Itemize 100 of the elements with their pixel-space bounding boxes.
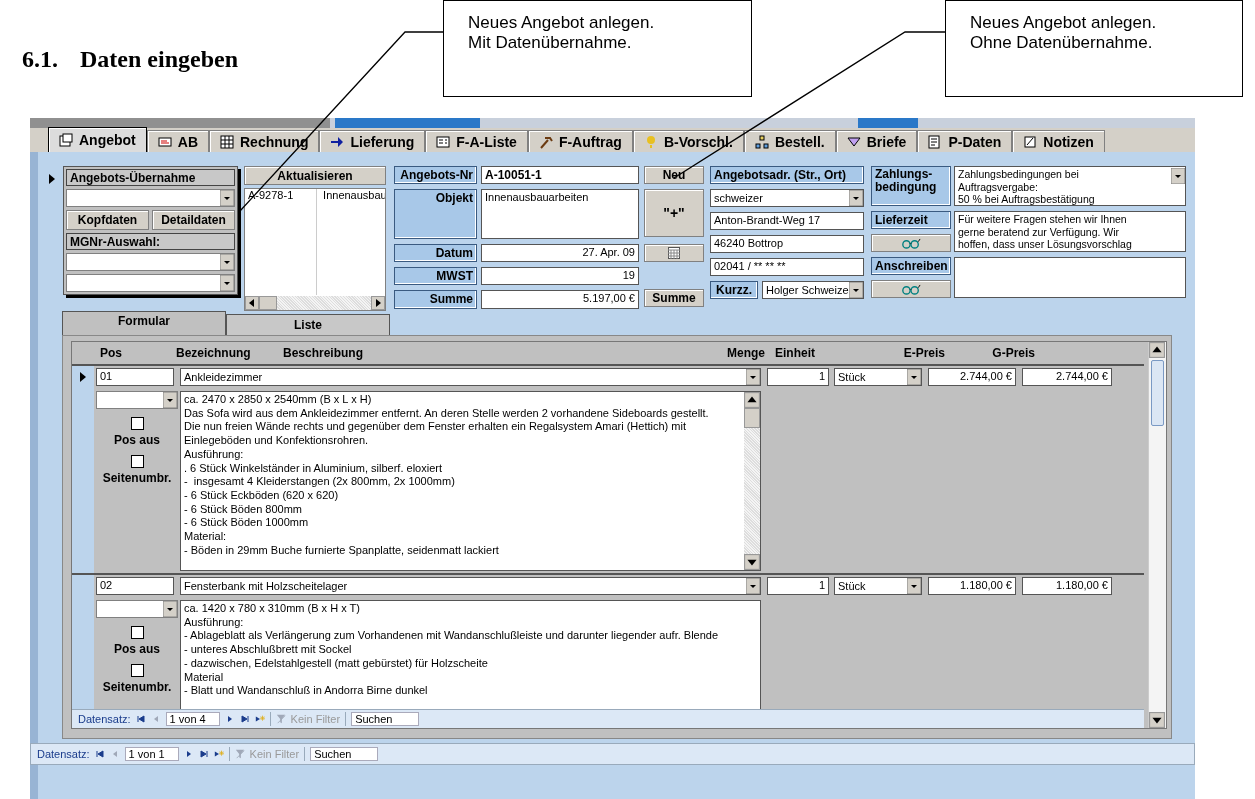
- combo-box[interactable]: [96, 391, 178, 409]
- first-record-icon[interactable]: [94, 749, 105, 759]
- input-field[interactable]: Innenausbauarbeiten: [481, 189, 639, 239]
- record-number-field[interactable]: 1 von 4: [165, 712, 220, 726]
- tab[interactable]: Formular: [62, 311, 226, 335]
- tab[interactable]: Notizen: [1012, 130, 1105, 152]
- tab[interactable]: B-Vorschl.: [632, 130, 744, 152]
- combo-box[interactable]: Stück: [834, 577, 922, 595]
- record-selector-icon: [49, 174, 55, 184]
- field-label: Zahlungs- bedingung: [871, 166, 951, 206]
- input-field[interactable]: Anton-Brandt-Weg 17: [710, 212, 864, 230]
- input-field[interactable]: 19: [481, 267, 639, 285]
- input-field[interactable]: 1.180,00 €: [1022, 577, 1112, 595]
- section-title: Daten eingeben: [80, 46, 238, 74]
- tab-icon: [754, 134, 769, 149]
- dropdown-arrow-icon[interactable]: [746, 578, 760, 594]
- input-field[interactable]: 46240 Bottrop: [710, 235, 864, 253]
- dropdown-arrow-icon[interactable]: [163, 392, 177, 408]
- scroll-thumb[interactable]: [1151, 360, 1164, 426]
- combo-box[interactable]: schweizer: [710, 189, 864, 207]
- field-label: Lieferzeit: [871, 211, 951, 229]
- tab[interactable]: F-Auftrag: [527, 130, 633, 152]
- new-record-icon[interactable]: [254, 714, 265, 724]
- last-record-icon[interactable]: [239, 714, 250, 724]
- combo-box[interactable]: Ankleidezimmer: [180, 368, 761, 386]
- search-field[interactable]: Suchen: [310, 747, 379, 761]
- scroll-thumb[interactable]: [259, 296, 277, 310]
- view-button[interactable]: [871, 234, 951, 252]
- tab[interactable]: Briefe: [835, 130, 918, 152]
- tab[interactable]: P-Daten: [917, 130, 1013, 152]
- tab[interactable]: Angebot: [48, 127, 147, 152]
- input-field[interactable]: 1: [767, 368, 829, 386]
- field-label: MWST: [394, 267, 477, 285]
- search-field[interactable]: Suchen: [351, 712, 420, 726]
- payment-terms-field[interactable]: Zahlungsbedingungen bei Auftragsvergabe: 50 % bei Auftragsbestätigung: [954, 166, 1186, 206]
- text-field[interactable]: [954, 257, 1186, 298]
- view-button[interactable]: [871, 280, 951, 298]
- tab[interactable]: Lieferung: [319, 130, 426, 152]
- refresh-button[interactable]: Aktualisieren: [244, 166, 386, 185]
- field-label: Angebots-Nr: [394, 166, 477, 184]
- dropdown-arrow-icon[interactable]: [220, 190, 234, 206]
- combo-box[interactable]: Fensterbank mit Holzscheitelager: [180, 577, 761, 595]
- new-record-icon[interactable]: [213, 749, 224, 759]
- combo-box[interactable]: Stück: [834, 368, 922, 386]
- input-field[interactable]: A-10051-1: [481, 166, 639, 184]
- data-button[interactable]: Kopfdaten: [66, 210, 149, 230]
- input-field[interactable]: 2.744,00 €: [1022, 368, 1112, 386]
- combo-box[interactable]: [66, 274, 235, 292]
- tab[interactable]: Bestell.: [743, 130, 836, 152]
- checkbox[interactable]: [130, 664, 144, 677]
- checkbox-label: Pos aus: [114, 642, 160, 656]
- field-label: Summe: [394, 290, 477, 309]
- column-header: Bezeichnung: [176, 346, 252, 360]
- tab-icon: [928, 134, 943, 149]
- dropdown-arrow-icon[interactable]: [220, 275, 234, 291]
- dropdown-arrow-icon[interactable]: [220, 254, 234, 270]
- callout-text: Neues Angebot anlegen. Ohne Datenübernahme.: [970, 13, 1157, 52]
- dropdown-arrow-icon[interactable]: [849, 282, 863, 298]
- new-button[interactable]: Neu: [644, 166, 704, 184]
- checkbox[interactable]: [130, 626, 144, 639]
- dropdown-arrow-icon[interactable]: [849, 190, 863, 206]
- input-field[interactable]: 01: [96, 368, 174, 386]
- text-field[interactable]: Für weitere Fragen stehen wir Ihnen gerne beratend zur Verfügung. Wir hoffen, dass unser Lösungsvorschlag: [954, 211, 1186, 252]
- callout-text: Neues Angebot anlegen. Mit Datenübernahme.: [468, 13, 655, 52]
- tab[interactable]: Liste: [226, 314, 390, 335]
- input-field[interactable]: 27. Apr. 09: [481, 244, 639, 262]
- combo-box[interactable]: [66, 189, 235, 207]
- combo-box[interactable]: Holger Schweize: [762, 281, 864, 299]
- glasses-icon: [901, 283, 921, 295]
- calendar-button[interactable]: [644, 244, 704, 262]
- vertical-scrollbar[interactable]: [1148, 342, 1166, 728]
- dropdown-arrow-icon[interactable]: [163, 601, 177, 617]
- first-record-icon[interactable]: [135, 714, 146, 724]
- record-number-field[interactable]: 1 von 1: [124, 747, 179, 761]
- tab[interactable]: AB: [146, 130, 209, 152]
- dropdown-arrow-icon[interactable]: [746, 369, 760, 385]
- last-record-icon[interactable]: [198, 749, 209, 759]
- dropdown-arrow-icon[interactable]: [1171, 168, 1185, 184]
- column-header: G-Preis: [991, 346, 1035, 360]
- record-label: Datensatz:: [78, 713, 131, 725]
- description-field[interactable]: ca. 1420 x 780 x 310mm (B x H x T) Ausführung: - Ablageblatt als Verlängerung zum Vorhandenen mit Wandanschlußleiste und darunter liegender aufr. Blende - unteres Abschlußbrett mit Sockel - dazwischen, Edelstahlgestell (matt gebürstet) für Holzscheite Material - Blatt und Wandanschluß in Andorra Birne dunkel: [181, 601, 760, 709]
- column-header: E-Preis: [902, 346, 945, 360]
- input-field[interactable]: 02: [96, 577, 174, 595]
- combo-box[interactable]: [96, 600, 178, 618]
- input-field[interactable]: 5.197,00 €: [481, 290, 639, 309]
- sum-button[interactable]: Summe: [644, 289, 704, 307]
- dropdown-arrow-icon[interactable]: [907, 369, 921, 385]
- checkbox[interactable]: [130, 455, 144, 468]
- input-field[interactable]: 1: [767, 577, 829, 595]
- input-field[interactable]: 02041 / ** ** **: [710, 258, 864, 276]
- input-field[interactable]: 2.744,00 €: [928, 368, 1016, 386]
- tab[interactable]: F-A-Liste: [425, 130, 528, 152]
- plus-button[interactable]: "+": [644, 189, 704, 237]
- input-field[interactable]: 1.180,00 €: [928, 577, 1016, 595]
- data-button[interactable]: Detaildaten: [152, 210, 235, 230]
- record-selector-icon: [80, 372, 86, 382]
- checkbox[interactable]: [130, 417, 144, 430]
- horizontal-scrollbar[interactable]: [245, 296, 385, 310]
- combo-box[interactable]: [66, 253, 235, 271]
- dropdown-arrow-icon[interactable]: [907, 578, 921, 594]
